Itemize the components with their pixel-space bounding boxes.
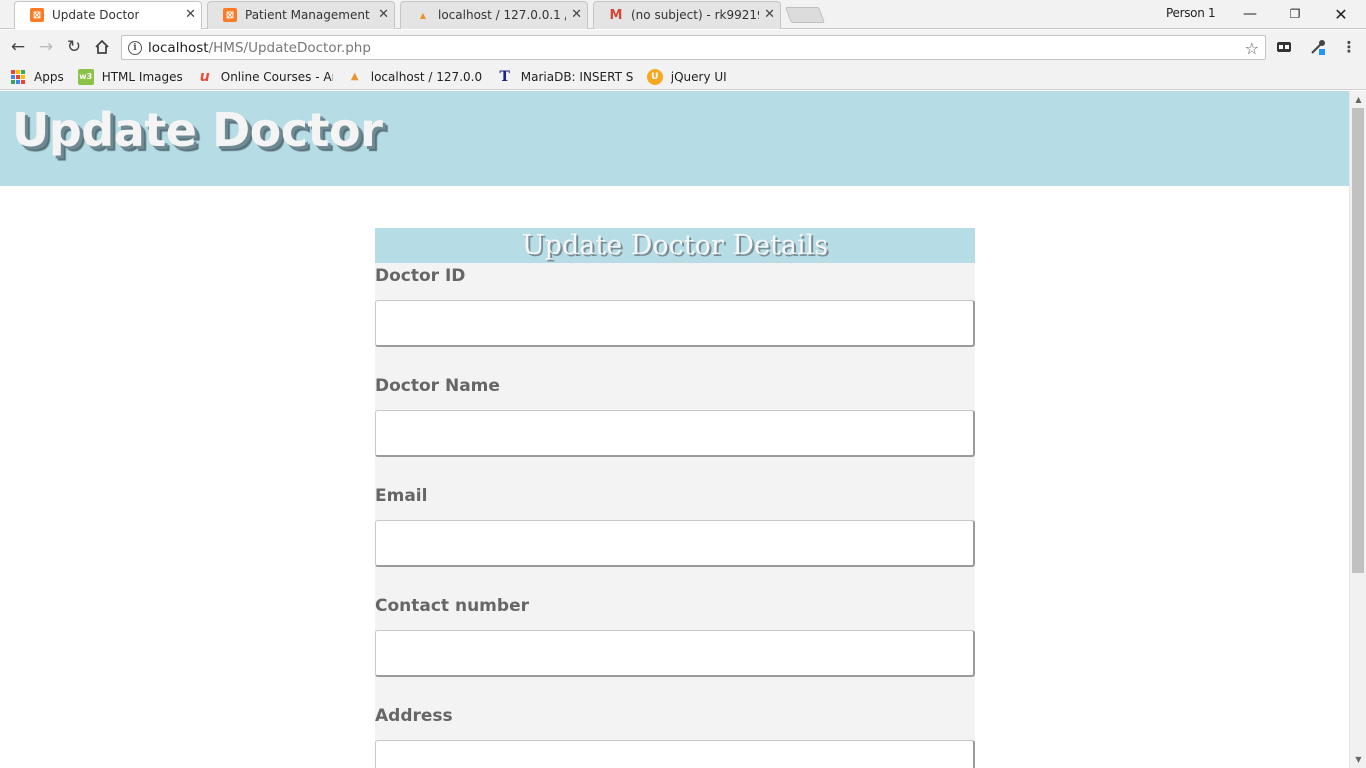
back-arrow-icon[interactable]: ← (8, 37, 28, 57)
tab-title: Patient Management Infc (245, 8, 373, 22)
scrollbar-thumb[interactable] (1352, 108, 1364, 573)
eyedropper-extension-icon[interactable] (1310, 39, 1326, 55)
doctor-name-input[interactable] (375, 410, 975, 457)
form-heading: Update Doctor Details (375, 228, 975, 263)
tab-update-doctor[interactable]: ⊠ Update Doctor ✕ (8, 1, 208, 29)
close-tab-icon[interactable]: ✕ (378, 8, 389, 22)
phpmyadmin-icon: ▲ (419, 10, 427, 20)
vertical-scrollbar[interactable]: ▲ ▼ (1349, 91, 1366, 768)
tab-patient-management[interactable]: ⊠ Patient Management Infc ✕ (201, 1, 401, 29)
email-input[interactable] (375, 520, 975, 567)
page-viewport: Update Doctor Update Doctor Details Doct… (0, 91, 1349, 768)
tab-title: (no subject) - rk99219@g (631, 8, 759, 22)
doctor-name-label: Doctor Name (375, 376, 500, 396)
udemy-icon: u (199, 68, 210, 85)
page-header: Update Doctor (0, 91, 1349, 186)
tab-gmail[interactable]: M (no subject) - rk99219@g ✕ (587, 1, 787, 29)
browser-toolbar: ← → ↻ i localhost/HMS/UpdateDoctor.php ☆… (0, 30, 1366, 64)
home-icon[interactable] (92, 37, 112, 57)
tab-title: localhost / 127.0.0.1 / adr (438, 8, 566, 22)
close-tab-icon[interactable]: ✕ (764, 8, 775, 22)
forward-arrow-icon[interactable]: → (36, 37, 56, 57)
gmail-icon: M (609, 7, 623, 23)
bookmark-html-images[interactable]: w3 HTML Images (77, 68, 183, 85)
window-close-icon[interactable]: ✕ (1331, 4, 1351, 24)
bookmark-phpmyadmin[interactable]: ▲ localhost / 127.0.0.1 / (347, 69, 483, 85)
doctor-id-input[interactable] (375, 300, 975, 347)
tab-phpmyadmin[interactable]: ▲ localhost / 127.0.0.1 / adr ✕ (394, 1, 594, 29)
bookmark-mariadb[interactable]: T MariaDB: INSERT Stat (497, 69, 633, 85)
new-tab-button[interactable] (785, 7, 825, 23)
xampp-icon: ⊠ (223, 8, 237, 22)
tab-strip: ⊠ Update Doctor ✕ ⊠ Patient Management I… (0, 0, 1366, 29)
menu-kebab-icon[interactable]: ⋮ (1339, 37, 1359, 57)
scroll-up-arrow-icon[interactable]: ▲ (1350, 91, 1366, 108)
bookmark-star-icon[interactable]: ☆ (1245, 39, 1259, 58)
address-input[interactable] (375, 740, 975, 768)
contact-number-input[interactable] (375, 630, 975, 677)
minimize-icon[interactable]: — (1240, 4, 1260, 24)
phpmyadmin-icon: ▲ (350, 71, 359, 82)
doctor-id-label: Doctor ID (375, 266, 466, 286)
contact-number-label: Contact number (375, 596, 529, 616)
address-bar[interactable]: i localhost/HMS/UpdateDoctor.php ☆ (121, 35, 1266, 60)
jquery-ui-icon: U (646, 68, 663, 85)
page-title: Update Doctor (12, 103, 383, 157)
info-icon[interactable]: i (128, 40, 142, 55)
url-text: localhost/HMS/UpdateDoctor.php (148, 39, 371, 56)
extension-icon[interactable] (1276, 39, 1292, 55)
address-label: Address (375, 706, 453, 726)
close-tab-icon[interactable]: ✕ (185, 8, 196, 22)
bookmark-apps[interactable]: Apps (10, 69, 64, 85)
restore-icon[interactable]: ❐ (1285, 4, 1305, 24)
bookmark-online-courses[interactable]: u Online Courses - Any (197, 69, 333, 85)
bookmark-jquery-ui[interactable]: U jQuery UI (646, 68, 727, 85)
close-tab-icon[interactable]: ✕ (571, 8, 582, 22)
email-label: Email (375, 486, 428, 506)
apps-grid-icon (10, 69, 26, 85)
bookmarks-bar: Apps w3 HTML Images u Online Courses - A… (0, 64, 1366, 90)
xampp-icon: ⊠ (30, 8, 44, 22)
t-letter-icon: T (499, 68, 510, 85)
reload-icon[interactable]: ↻ (64, 37, 84, 57)
scroll-down-arrow-icon[interactable]: ▼ (1350, 751, 1366, 768)
update-doctor-form: Update Doctor Details Doctor ID Doctor N… (375, 228, 975, 768)
profile-name[interactable]: Person 1 (1166, 6, 1216, 20)
w3schools-icon: w3 (77, 68, 94, 85)
tab-title: Update Doctor (52, 8, 140, 22)
